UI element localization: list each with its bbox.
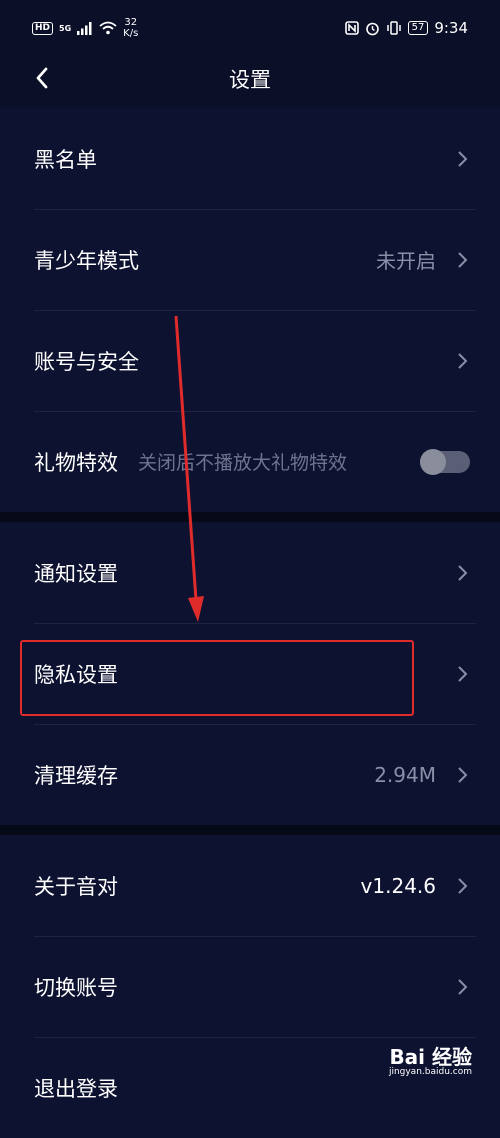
status-bar-right: 57 9:34: [344, 19, 468, 37]
settings-item-gift-effects: 礼物特效 关闭后不播放大礼物特效: [0, 411, 500, 512]
settings-item-label: 退出登录: [34, 1076, 118, 1101]
settings-item-label: 账号与安全: [34, 349, 139, 374]
teen-mode-status: 未开启: [376, 249, 436, 273]
watermark-logo: Bai 经验: [389, 1044, 472, 1069]
chevron-left-icon: [36, 67, 48, 89]
speed-value: 32: [124, 17, 138, 28]
settings-item-label: 切换账号: [34, 975, 118, 1000]
chevron-right-icon: [458, 150, 468, 167]
vibrate-icon: [386, 21, 401, 35]
settings-group-1: 黑名单 青少年模式 未开启 账号与安全 礼物特效 关闭后不播放大礼物特效: [0, 108, 500, 512]
settings-item-label: 青少年模式: [34, 248, 139, 273]
alarm-icon: [365, 22, 379, 35]
cache-size: 2.94M: [374, 762, 436, 787]
network-speed: 32 K/s: [123, 17, 138, 39]
speed-unit: K/s: [123, 28, 139, 39]
network-type: 5G: [59, 23, 72, 33]
chevron-right-icon: [458, 766, 468, 783]
settings-item-teen-mode[interactable]: 青少年模式 未开启: [0, 209, 500, 310]
gift-effects-toggle[interactable]: [420, 448, 470, 475]
chevron-right-icon: [458, 564, 468, 581]
settings-item-blacklist[interactable]: 黑名单: [0, 108, 500, 209]
settings-item-privacy[interactable]: 隐私设置: [0, 623, 500, 724]
settings-item-label: 通知设置: [34, 561, 118, 586]
chevron-right-icon: [458, 352, 468, 369]
settings-item-switch-account[interactable]: 切换账号: [0, 936, 500, 1037]
status-bar: HD 5G 32 K/s 57 9:34: [0, 0, 500, 56]
settings-item-label: 黑名单: [34, 147, 97, 172]
app-version: v1.24.6: [360, 873, 436, 898]
battery-indicator: 57: [407, 21, 429, 35]
nav-header: 设置: [0, 56, 500, 102]
chevron-right-icon: [458, 251, 468, 268]
chevron-right-icon: [458, 877, 468, 894]
page-title: 设置: [229, 68, 271, 92]
hd-badge: HD: [32, 21, 54, 35]
settings-item-label: 隐私设置: [34, 662, 118, 687]
baidu-watermark: Bai 经验 jingyan.baidu.com: [388, 1044, 472, 1077]
status-bar-left: HD 5G 32 K/s: [32, 17, 138, 39]
gift-effects-description: 关闭后不播放大礼物特效: [138, 452, 348, 474]
settings-item-account-security[interactable]: 账号与安全: [0, 310, 500, 411]
settings-item-label: 礼物特效: [34, 450, 118, 475]
toggle-knob: [420, 448, 446, 475]
settings-item-clear-cache[interactable]: 清理缓存 2.94M: [0, 724, 500, 825]
wifi-icon: [99, 21, 117, 35]
watermark-url: jingyan.baidu.com: [388, 1066, 472, 1077]
settings-item-label: 清理缓存: [34, 763, 118, 788]
chevron-right-icon: [458, 978, 468, 995]
settings-item-notifications[interactable]: 通知设置: [0, 522, 500, 623]
settings-group-2: 通知设置 隐私设置 清理缓存 2.94M: [0, 522, 500, 825]
nfc-icon: [344, 21, 359, 35]
settings-item-about[interactable]: 关于音对 v1.24.6: [0, 835, 500, 936]
settings-item-label: 关于音对: [34, 874, 118, 899]
chevron-right-icon: [458, 665, 468, 682]
settings-group-3: 关于音对 v1.24.6 切换账号 退出登录: [0, 835, 500, 1138]
signal-icon: [77, 21, 92, 35]
back-button[interactable]: [26, 62, 58, 94]
status-time: 9:34: [434, 19, 468, 37]
